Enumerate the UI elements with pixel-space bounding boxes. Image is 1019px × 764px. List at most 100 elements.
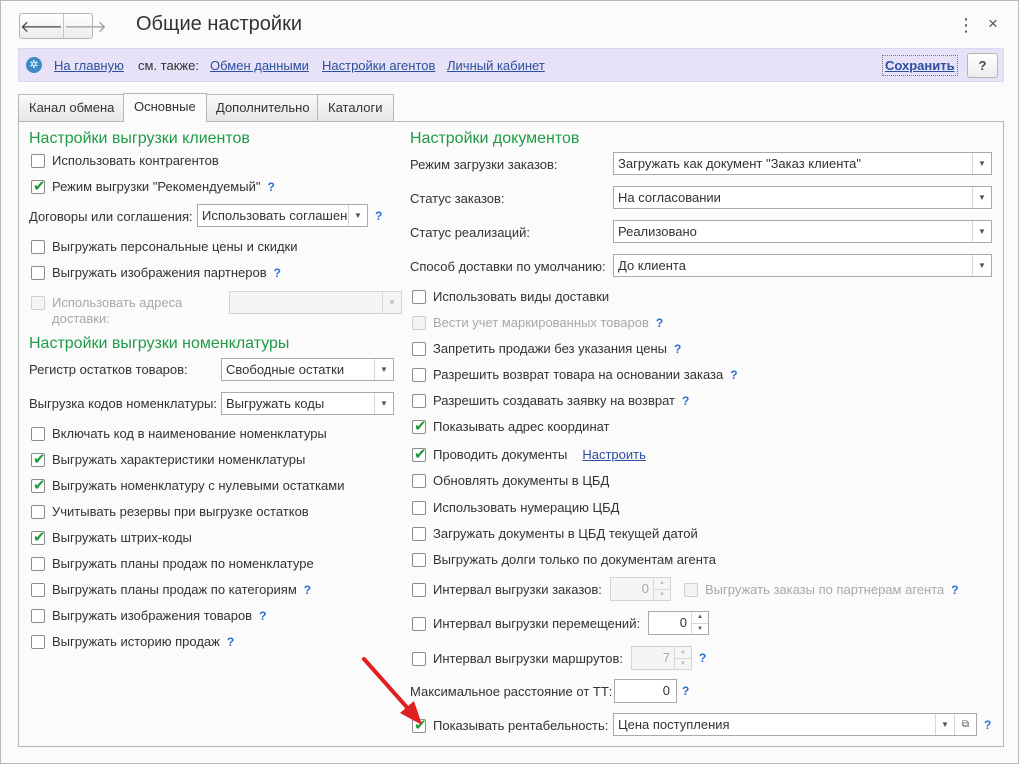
checkbox-box[interactable] [684, 582, 698, 597]
spinner[interactable]: ▲ ▼ [691, 612, 708, 634]
checkbox-box[interactable] [412, 616, 426, 631]
order-interval-checkbox[interactable]: Интервал выгрузки заказов: [412, 582, 602, 597]
checkbox-box[interactable] [31, 528, 46, 546]
checkbox-box[interactable] [31, 608, 45, 623]
chevron-down-icon[interactable]: ▼ [972, 221, 991, 242]
delivery-types-checkbox[interactable]: Использовать виды доставки [412, 289, 609, 304]
tab-main[interactable]: Основные [123, 93, 207, 122]
checkbox-box[interactable] [31, 177, 46, 195]
chevron-down-icon[interactable]: ▼ [935, 714, 954, 735]
help-icon[interactable]: ? [682, 684, 689, 698]
checkbox-box[interactable] [31, 426, 45, 441]
chevron-down-icon[interactable]: ▼ [654, 588, 670, 601]
checkbox-box[interactable] [31, 556, 45, 571]
help-icon[interactable]: ? [375, 209, 382, 223]
sales-plans-categories-checkbox[interactable]: Выгружать планы продаж по категориям ? [31, 582, 311, 597]
help-icon[interactable]: ? [259, 609, 266, 623]
return-request-checkbox[interactable]: Разрешить создавать заявку на возврат ? [412, 393, 689, 408]
profitability-select[interactable]: Цена поступления ▼ ⧉ [613, 713, 977, 736]
tab-catalogs[interactable]: Каталоги [317, 94, 394, 121]
return-by-order-checkbox[interactable]: Разрешить возврат товара на основании за… [412, 367, 738, 382]
checkbox-box[interactable] [31, 296, 45, 310]
delivery-addresses-checkbox[interactable]: Использовать адреса доставки: [31, 295, 182, 327]
load-current-date-checkbox[interactable]: Загружать документы в ЦБД текущей датой [412, 526, 698, 541]
help-icon[interactable]: ? [304, 583, 311, 597]
chevron-down-icon[interactable]: ▼ [972, 255, 991, 276]
checkbox-box[interactable] [412, 552, 426, 567]
delivery-address-select[interactable]: ▼ [229, 291, 402, 314]
help-icon[interactable]: ? [682, 394, 689, 408]
chevron-down-icon[interactable]: ▼ [382, 292, 401, 313]
chevron-up-icon[interactable]: ▲ [654, 578, 670, 589]
checkbox-box[interactable] [412, 417, 427, 435]
codes-select[interactable]: Выгружать коды ▼ [221, 392, 394, 415]
order-mode-select[interactable]: Загружать как документ "Заказ клиента" ▼ [613, 152, 992, 175]
sales-plans-nomenclature-checkbox[interactable]: Выгружать планы продаж по номенклатуре [31, 556, 314, 571]
show-coordinates-checkbox[interactable]: Показывать адрес координат [412, 417, 610, 435]
contracts-select[interactable]: Использовать соглашения ▼ [197, 204, 368, 227]
help-icon[interactable]: ? [274, 266, 281, 280]
checkbox-box[interactable] [31, 450, 46, 468]
checkbox-box[interactable] [31, 504, 45, 519]
personal-prices-checkbox[interactable]: Выгружать персональные цены и скидки [31, 239, 298, 254]
personal-account-link[interactable]: Личный кабинет [447, 58, 545, 73]
checkbox-box[interactable] [31, 634, 45, 649]
order-status-select[interactable]: На согласовании ▼ [613, 186, 992, 209]
spinner[interactable]: ▲ ▼ [653, 578, 670, 600]
chevron-down-icon[interactable]: ▼ [972, 153, 991, 174]
max-distance-input[interactable]: 0 [614, 679, 677, 703]
delivery-method-select[interactable]: До клиента ▼ [613, 254, 992, 277]
forbid-no-price-checkbox[interactable]: Запретить продажи без указания цены ? [412, 341, 681, 356]
exchange-link[interactable]: Обмен данными [210, 58, 309, 73]
transfer-interval-checkbox[interactable]: Интервал выгрузки перемещений: [412, 616, 640, 631]
help-icon[interactable]: ? [730, 368, 737, 382]
checkbox-box[interactable] [412, 393, 426, 408]
home-icon[interactable]: ✲ [26, 57, 42, 73]
checkbox-box[interactable] [412, 445, 427, 463]
transfer-interval-input[interactable]: 0 ▲ ▼ [648, 611, 709, 635]
help-button[interactable]: ? [967, 53, 998, 78]
help-icon[interactable]: ? [984, 718, 991, 732]
recommended-mode-checkbox[interactable]: Режим выгрузки "Рекомендуемый" ? [31, 177, 275, 195]
forward-button[interactable]: 🡒 [62, 14, 107, 38]
help-icon[interactable]: ? [674, 342, 681, 356]
use-contractors-checkbox[interactable]: Использовать контрагентов [31, 153, 219, 168]
chevron-down-icon[interactable]: ▼ [374, 393, 393, 414]
checkbox-box[interactable] [31, 265, 45, 280]
chevron-up-icon[interactable]: ▲ [675, 647, 691, 658]
help-icon[interactable]: ? [227, 635, 234, 649]
checkbox-box[interactable] [412, 289, 426, 304]
barcodes-checkbox[interactable]: Выгружать штрих-коды [31, 528, 192, 546]
open-icon[interactable]: ⧉ [954, 714, 976, 735]
include-code-checkbox[interactable]: Включать код в наименование номенклатуры [31, 426, 327, 441]
marked-goods-checkbox[interactable]: Вести учет маркированных товаров ? [412, 315, 663, 330]
chevron-down-icon[interactable]: ▼ [675, 657, 691, 670]
post-documents-checkbox[interactable]: Проводить документы Настроить [412, 445, 646, 463]
help-icon[interactable]: ? [699, 651, 706, 665]
product-images-checkbox[interactable]: Выгружать изображения товаров ? [31, 608, 266, 623]
checkbox-box[interactable] [412, 500, 426, 515]
close-icon[interactable]: × [988, 14, 998, 34]
chevron-down-icon[interactable]: ▼ [692, 622, 708, 635]
characteristics-checkbox[interactable]: Выгружать характеристики номенклатуры [31, 450, 305, 468]
route-interval-input[interactable]: 7 ▲ ▼ [631, 646, 692, 670]
checkbox-box[interactable] [31, 239, 45, 254]
chevron-down-icon[interactable]: ▼ [374, 359, 393, 380]
route-interval-checkbox[interactable]: Интервал выгрузки маршрутов: [412, 651, 623, 666]
configure-link[interactable]: Настроить [582, 447, 646, 462]
chevron-down-icon[interactable]: ▼ [972, 187, 991, 208]
checkbox-box[interactable] [412, 473, 426, 488]
reserves-checkbox[interactable]: Учитывать резервы при выгрузке остатков [31, 504, 309, 519]
more-menu-icon[interactable]: ⋮ [957, 15, 975, 36]
back-button[interactable]: 🡐 [20, 14, 63, 38]
help-icon[interactable]: ? [951, 583, 958, 597]
checkbox-box[interactable] [412, 367, 426, 382]
help-icon[interactable]: ? [656, 316, 663, 330]
checkbox-box[interactable] [31, 153, 45, 168]
checkbox-box[interactable] [412, 526, 426, 541]
spinner[interactable]: ▲ ▼ [674, 647, 691, 669]
checkbox-box[interactable] [412, 315, 426, 330]
checkbox-box[interactable] [412, 582, 426, 597]
partner-images-checkbox[interactable]: Выгружать изображения партнеров ? [31, 265, 281, 280]
checkbox-box[interactable] [412, 341, 426, 356]
